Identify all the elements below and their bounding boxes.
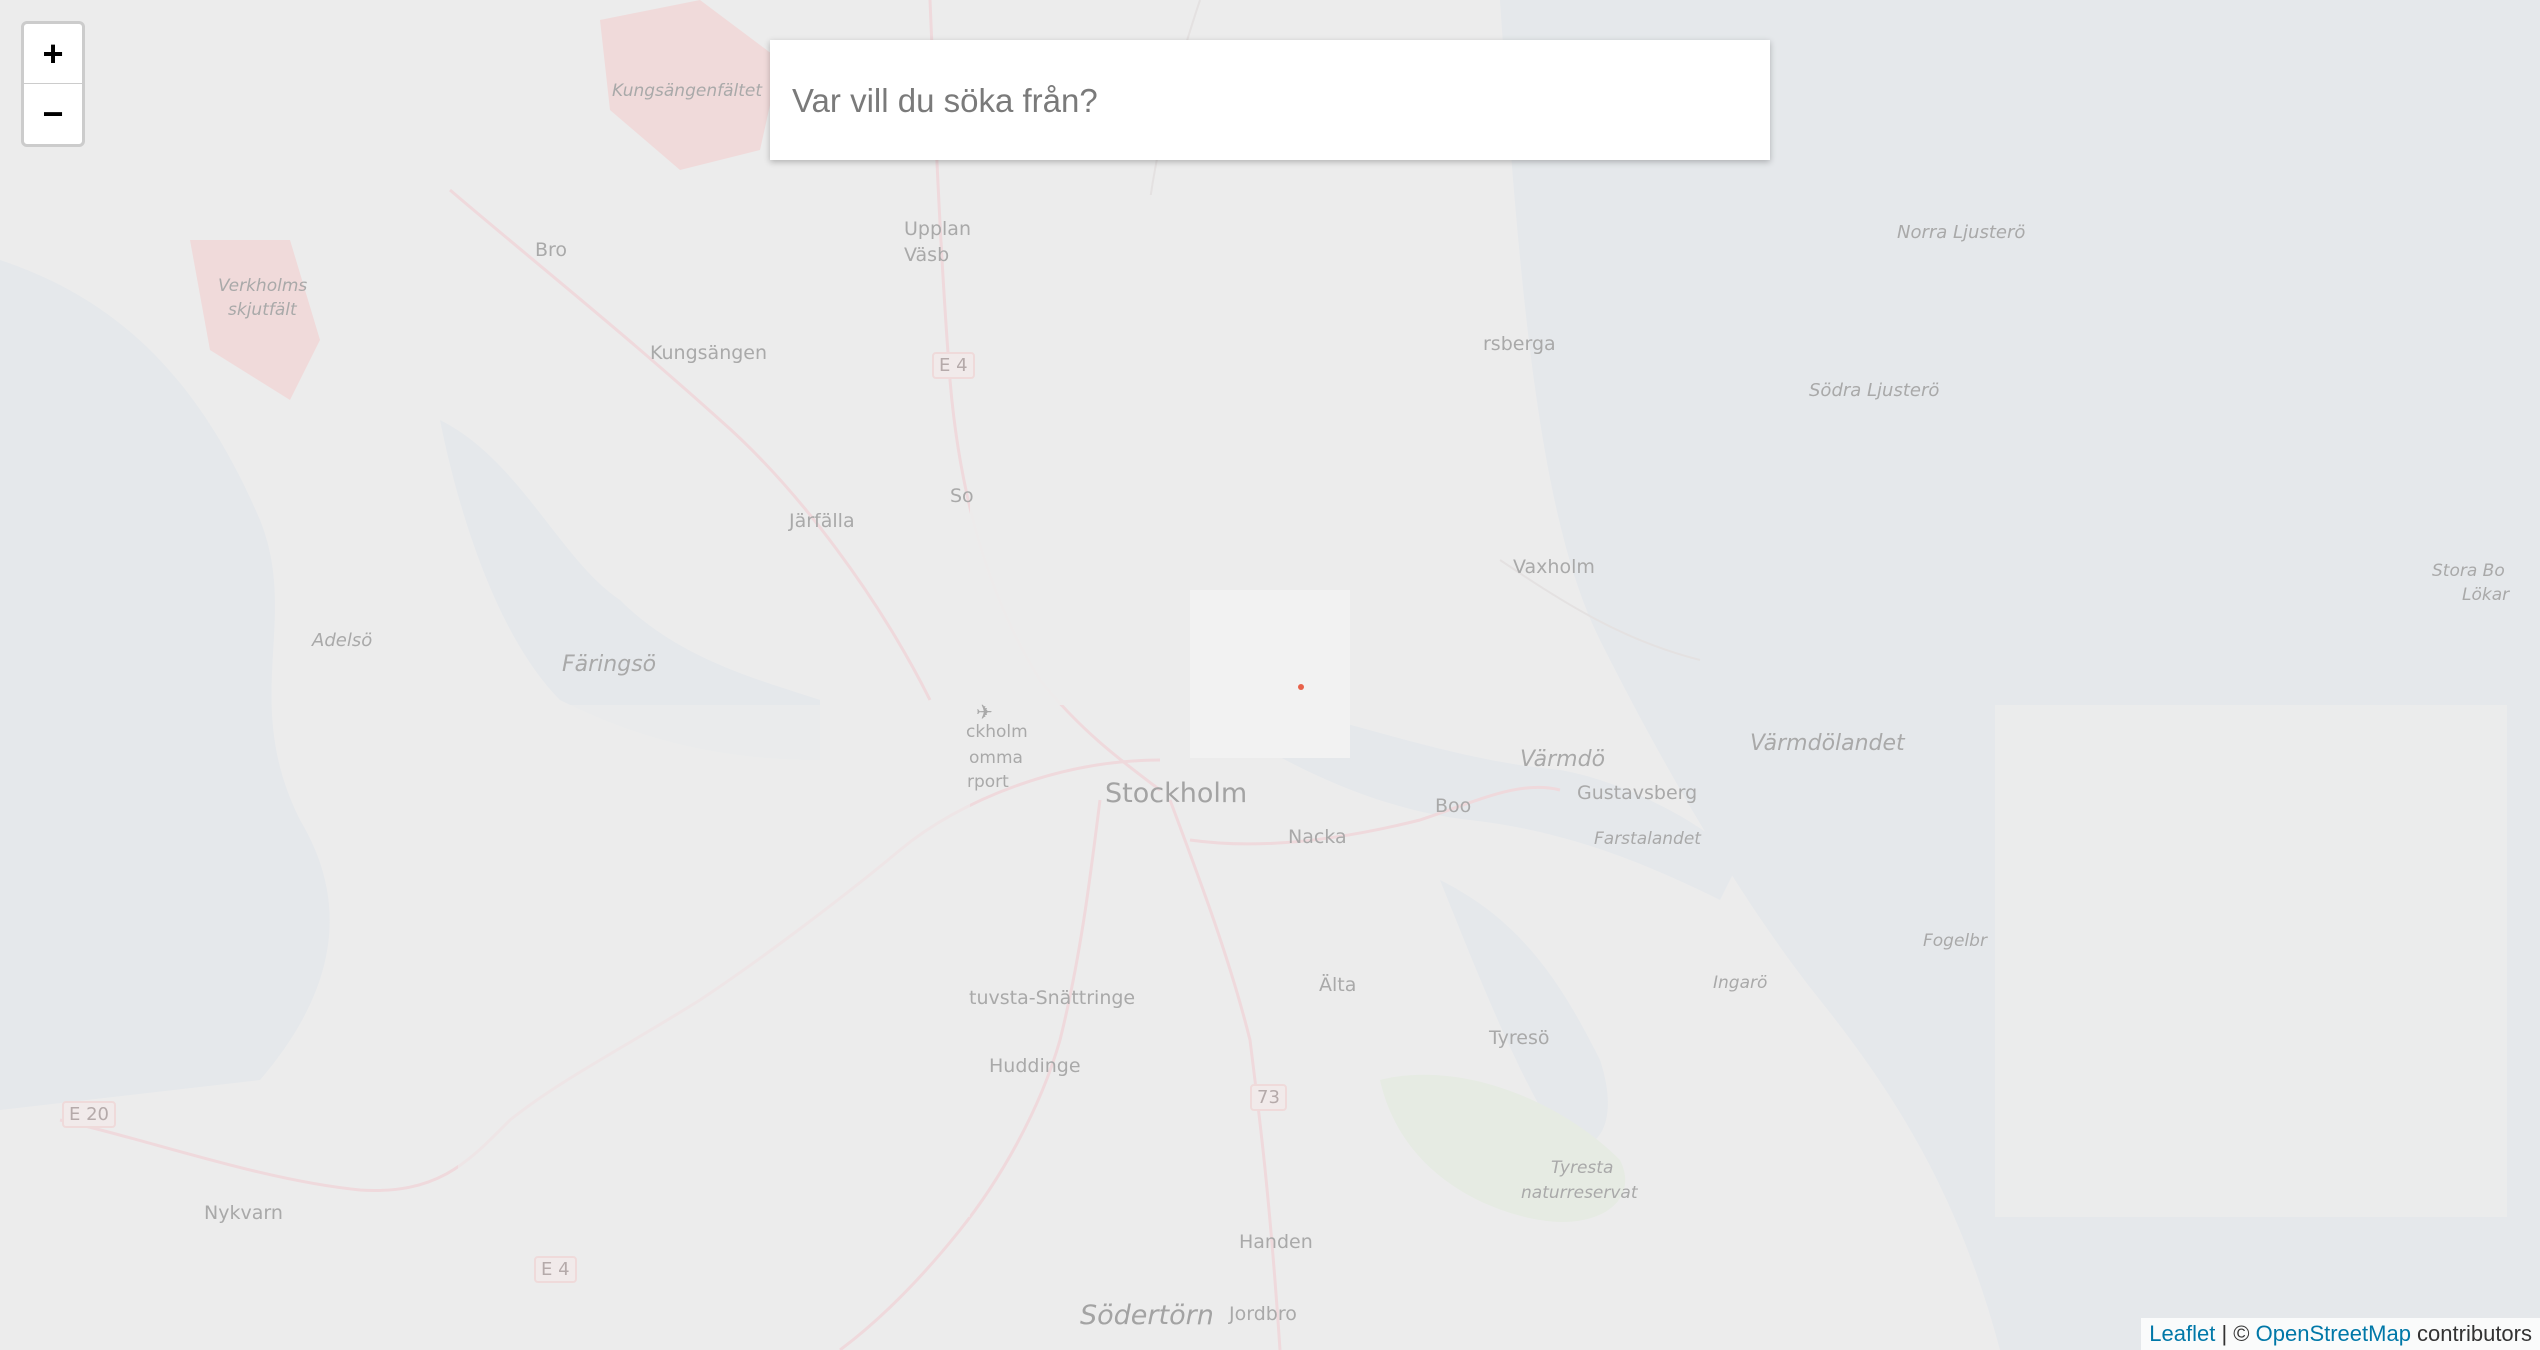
- place-label-airport: rport: [967, 772, 1009, 792]
- place-label-lokar: Lökar: [2462, 585, 2510, 605]
- place-label-jordbro: Jordbro: [1229, 1303, 1297, 1325]
- search-box: [770, 40, 1770, 162]
- place-label-varmdolandet: Värmdölandet: [1750, 731, 1905, 756]
- place-label-skjutfalt: skjutfält: [228, 300, 297, 320]
- road-shield-e4: E 4: [534, 1256, 577, 1283]
- location-marker[interactable]: [1298, 684, 1304, 690]
- place-label-adelso: Adelsö: [312, 630, 373, 651]
- place-label-stuvsta: tuvsta-Snättringe: [969, 987, 1136, 1009]
- attribution-suffix: contributors: [2410, 1321, 2532, 1346]
- zoom-in-button[interactable]: +: [24, 24, 82, 84]
- place-label-tyresta: Tyresta: [1551, 1158, 1614, 1178]
- place-label-alta: Älta: [1319, 974, 1357, 996]
- search-input[interactable]: [790, 40, 1754, 162]
- place-label-airport: omma: [969, 748, 1023, 768]
- road-shield-e4: E 4: [932, 352, 975, 379]
- place-label-sodertorn: Södertörn: [1080, 1300, 1214, 1331]
- place-label-vasby: Väsb: [904, 244, 950, 266]
- place-label-nykvarn: Nykvarn: [204, 1202, 283, 1224]
- place-label-huddinge: Huddinge: [989, 1055, 1081, 1077]
- airport-icon: ✈: [976, 700, 993, 724]
- place-label-kungsangenfaltet: Kungsängenfältet: [612, 81, 763, 101]
- leaflet-link[interactable]: Leaflet: [2149, 1321, 2215, 1346]
- place-label-farstalandet: Farstalandet: [1594, 829, 1701, 849]
- place-label-faringso: Färingsö: [562, 652, 657, 677]
- place-label-stora-bo: Stora Bo: [2432, 561, 2505, 581]
- place-label-nacka: Nacka: [1288, 826, 1347, 848]
- place-label-airport: ckholm: [966, 722, 1028, 742]
- tile-placeholder: [1995, 705, 2507, 1217]
- place-label-bro: Bro: [535, 239, 568, 261]
- place-label-varmdo: Värmdö: [1520, 747, 1606, 772]
- openstreetmap-link[interactable]: OpenStreetMap: [2256, 1321, 2411, 1346]
- place-label-boo: Boo: [1435, 795, 1472, 817]
- tile-placeholder: [458, 705, 970, 1217]
- attribution-separator: | ©: [2215, 1321, 2256, 1346]
- map-canvas[interactable]: Stockholm Nacka Boo Värmdö Gustavsberg V…: [0, 0, 2540, 1350]
- place-label-naturreservat: naturreservat: [1521, 1183, 1638, 1203]
- place-label-verkholms: Verkholms: [218, 276, 308, 296]
- place-label-kungsangen: Kungsängen: [650, 342, 768, 364]
- road-shield-73: 73: [1250, 1084, 1287, 1111]
- place-label-gustavsberg: Gustavsberg: [1577, 782, 1698, 804]
- place-label-handen: Handen: [1239, 1231, 1313, 1253]
- place-label-sodra-ljustero: Södra Ljusterö: [1809, 380, 1940, 401]
- place-label-ingaro: Ingarö: [1713, 973, 1768, 993]
- zoom-control: + −: [21, 21, 85, 147]
- road-shield-e20: E 20: [62, 1101, 116, 1128]
- place-label-stockholm: Stockholm: [1105, 778, 1248, 809]
- place-label-norra-ljustero: Norra Ljusterö: [1897, 222, 2026, 243]
- place-label-jarfalla: Järfälla: [789, 510, 855, 532]
- marker-tile: [1190, 590, 1350, 758]
- place-label-upplands: Upplan: [904, 218, 971, 240]
- place-label-so: So: [950, 485, 974, 507]
- place-label-vaxholm: Vaxholm: [1513, 556, 1595, 578]
- place-label-fogelbr: Fogelbr: [1923, 931, 1987, 951]
- place-label-osberga: rsberga: [1483, 333, 1556, 355]
- place-label-tyreso: Tyresö: [1489, 1027, 1550, 1049]
- zoom-out-button[interactable]: −: [24, 84, 82, 144]
- map-attribution: Leaflet | © OpenStreetMap contributors: [2141, 1318, 2540, 1350]
